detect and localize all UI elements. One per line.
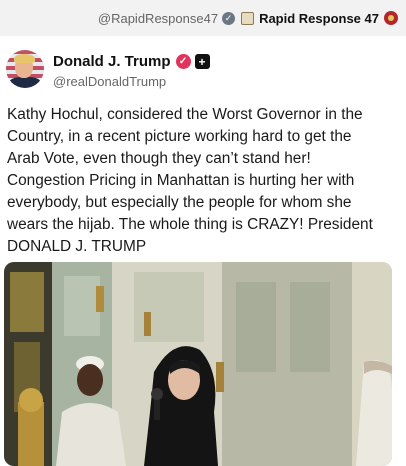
post-line: DONALD J. TRUMP: [7, 238, 147, 255]
source-header: @RapidResponse47 ✓ Rapid Response 47: [0, 0, 406, 36]
post-body: Kathy Hochul, considered the Worst Gover…: [7, 104, 403, 258]
author-handle[interactable]: @realDonaldTrump: [53, 74, 166, 89]
post-photo[interactable]: [4, 262, 392, 466]
avatar[interactable]: [6, 50, 44, 88]
presidential-seal-icon: [241, 11, 255, 25]
rapid-response-logo-icon: [384, 11, 398, 25]
truth-social-plus-icon: +: [194, 54, 210, 69]
author-name-row: Donald J. Trump ✓ +: [53, 53, 210, 70]
post-line: everybody, but especially the people for…: [7, 194, 352, 211]
post-line: Congestion Pricing in Manhattan is hurti…: [7, 172, 355, 189]
post-card: Donald J. Trump ✓ + @realDonaldTrump Kat…: [0, 36, 406, 466]
source-name[interactable]: Rapid Response 47: [259, 11, 379, 26]
source-handle[interactable]: @RapidResponse47: [98, 11, 218, 26]
post-line: Arab Vote, even though they can’t stand …: [7, 150, 311, 167]
post-line: Kathy Hochul, considered the Worst Gover…: [7, 106, 363, 123]
post-line: Country, in a recent picture working har…: [7, 128, 352, 145]
post-line: wears the hijab. The whole thing is CRAZ…: [7, 216, 373, 233]
verified-badge-icon: ✓: [222, 11, 236, 25]
verified-badge-icon: ✓: [175, 54, 191, 69]
photo-illustration: [4, 262, 392, 466]
author-display-name[interactable]: Donald J. Trump: [53, 53, 171, 70]
